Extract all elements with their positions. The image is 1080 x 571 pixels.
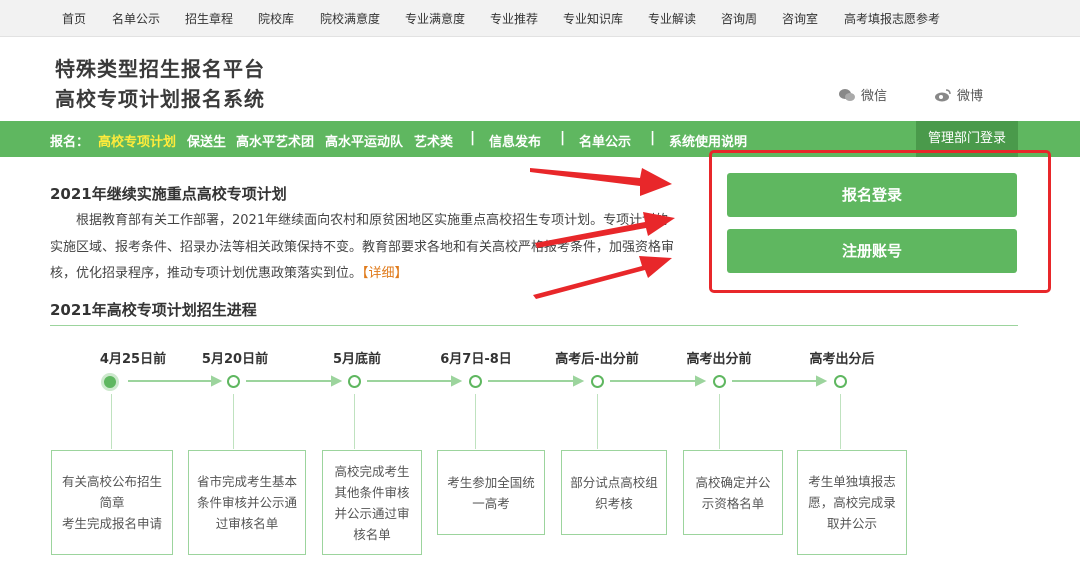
timeline-dot bbox=[227, 375, 240, 388]
timeline-arrowhead bbox=[451, 375, 463, 387]
timeline-step-date: 5月底前 bbox=[332, 352, 382, 367]
timeline-step-box: 高校确定并公示资格名单 bbox=[683, 450, 783, 535]
timeline-dot bbox=[591, 375, 604, 388]
timeline-arrowhead bbox=[695, 375, 707, 387]
timeline-step-box: 考生参加全国统一高考 bbox=[437, 450, 545, 535]
timeline-step-box: 省市完成考生基本条件审核并公示通过审核名单 bbox=[188, 450, 306, 555]
timeline-arrowhead bbox=[331, 375, 343, 387]
timeline-step-box: 有关高校公布招生简章 考生完成报名申请 bbox=[51, 450, 173, 555]
timeline-vline bbox=[597, 394, 598, 449]
timeline-dot bbox=[469, 375, 482, 388]
timeline-step-box: 高校完成考生其他条件审核并公示通过审核名单 bbox=[322, 450, 422, 555]
timeline-step-date: 6月7日-8日 bbox=[440, 352, 512, 367]
timeline-dot bbox=[348, 375, 361, 388]
timeline-arrowhead bbox=[816, 375, 828, 387]
timeline-step-date: 4月25日前 bbox=[99, 352, 167, 367]
timeline-vline bbox=[354, 394, 355, 449]
timeline-step-box: 部分试点高校组织考核 bbox=[561, 450, 667, 535]
timeline-step-date: 5月20日前 bbox=[201, 352, 269, 367]
timeline-vline bbox=[475, 394, 476, 449]
timeline-vline bbox=[233, 394, 234, 449]
timeline-dot bbox=[834, 375, 847, 388]
timeline-step-date: 高考出分前 bbox=[686, 352, 752, 367]
timeline-vline bbox=[111, 394, 112, 449]
timeline-dot bbox=[713, 375, 726, 388]
timeline-dot-active bbox=[101, 373, 119, 391]
timeline-arrowhead bbox=[211, 375, 223, 387]
timeline-vline bbox=[719, 394, 720, 449]
timeline-arrowhead bbox=[573, 375, 585, 387]
timeline-step-box: 考生单独填报志愿，高校完成录取并公示 bbox=[797, 450, 907, 555]
timeline-vline bbox=[840, 394, 841, 449]
timeline-step-date: 高考后-出分前 bbox=[555, 352, 639, 367]
timeline-step-date: 高考出分后 bbox=[809, 352, 875, 367]
